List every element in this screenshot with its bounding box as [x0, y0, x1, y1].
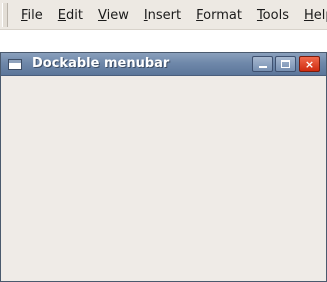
menu-view[interactable]: View [98, 8, 129, 23]
menu-file[interactable]: File [21, 8, 43, 23]
window-icon[interactable] [8, 59, 22, 70]
dockable-menubar: File Edit View Insert Format Tools Help [0, 0, 327, 30]
menu-help[interactable]: Help [304, 8, 327, 23]
menubar-items: File Edit View Insert Format Tools Help [21, 6, 327, 24]
floating-window: Dockable menubar × [0, 52, 327, 282]
window-titlebar[interactable]: Dockable menubar × [1, 53, 326, 76]
menu-tools[interactable]: Tools [257, 8, 289, 23]
minimize-icon [258, 66, 267, 68]
window-client-area [1, 77, 326, 281]
window-title: Dockable menubar [32, 56, 170, 71]
minimize-button[interactable] [252, 56, 273, 72]
maximize-icon [281, 60, 290, 68]
menu-insert[interactable]: Insert [144, 8, 181, 23]
menubar-drag-handle[interactable] [2, 3, 8, 27]
maximize-button[interactable] [275, 56, 296, 72]
menu-edit[interactable]: Edit [58, 8, 83, 23]
menu-format[interactable]: Format [196, 8, 242, 23]
close-button[interactable]: × [299, 56, 320, 72]
close-icon: × [304, 57, 315, 71]
